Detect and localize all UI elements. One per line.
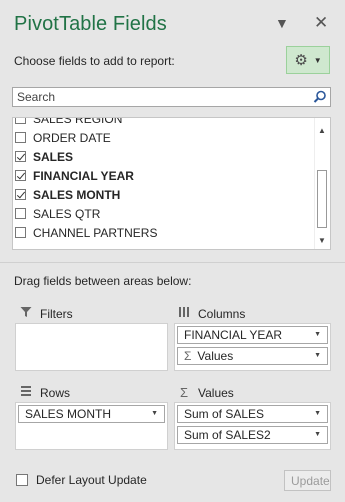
gear-icon: ⚙ — [294, 51, 308, 69]
tools-button[interactable]: ⚙ ▼ — [286, 46, 330, 74]
columns-label: Columns — [198, 306, 246, 321]
chevron-down-icon: ▼ — [313, 55, 322, 65]
sigma-icon: Σ — [184, 349, 192, 363]
update-button[interactable]: Update — [284, 470, 331, 491]
chevron-down-icon: ▼ — [314, 431, 321, 438]
field-checkbox[interactable] — [15, 170, 26, 181]
search-input[interactable] — [13, 88, 311, 106]
field-checkbox[interactable] — [15, 208, 26, 219]
field-item-channel-partners[interactable]: CHANNEL PARTNERS — [13, 223, 315, 242]
field-list: SALES REGION ORDER DATE SALES FINANCIAL … — [12, 117, 331, 250]
dropdown-label: FINANCIAL YEAR — [184, 328, 283, 342]
search-box[interactable] — [12, 87, 331, 107]
field-item-sales[interactable]: SALES — [13, 147, 315, 166]
values-field-sum-of-sales[interactable]: Sum of SALES ▼ — [177, 405, 328, 423]
scroll-up-icon[interactable]: ▲ — [318, 126, 326, 135]
field-label: CHANNEL PARTNERS — [33, 225, 158, 240]
field-item-financial-year[interactable]: FINANCIAL YEAR — [13, 166, 315, 185]
dropdown-label: Sum of SALES — [184, 407, 265, 421]
divider — [0, 262, 345, 263]
field-label: ORDER DATE — [33, 130, 111, 145]
field-checkbox[interactable] — [15, 189, 26, 200]
filter-icon — [18, 306, 34, 321]
field-item-sales-region[interactable]: SALES REGION — [13, 117, 315, 128]
scrollbar-thumb[interactable] — [317, 170, 327, 228]
field-label: SALES MONTH — [33, 187, 121, 202]
field-item-sales-month[interactable]: SALES MONTH — [13, 185, 315, 204]
field-label: SALES REGION — [33, 117, 123, 126]
field-label: SALES — [33, 149, 74, 164]
values-label: Values — [198, 385, 234, 400]
search-icon[interactable] — [313, 90, 327, 104]
field-checkbox[interactable] — [15, 118, 26, 124]
defer-label: Defer Layout Update — [36, 473, 147, 487]
field-label: FINANCIAL YEAR — [33, 168, 134, 183]
filters-area[interactable] — [15, 323, 168, 371]
dropdown-label: SALES MONTH — [25, 407, 112, 421]
chevron-down-icon: ▼ — [314, 331, 321, 338]
chevron-down-icon: ▼ — [151, 410, 158, 417]
field-checkbox[interactable] — [15, 151, 26, 162]
dropdown-label: Sum of SALES2 — [184, 428, 271, 442]
columns-header: Columns — [176, 306, 245, 321]
chevron-down-icon: ▼ — [314, 352, 321, 359]
field-checkbox[interactable] — [15, 227, 26, 238]
scroll-down-icon[interactable]: ▼ — [318, 236, 326, 245]
panel-title: PivotTable Fields — [14, 13, 167, 35]
columns-field-financial-year[interactable]: FINANCIAL YEAR ▼ — [177, 326, 328, 344]
field-item-sales-qtr[interactable]: SALES QTR — [13, 204, 315, 223]
chevron-down-icon[interactable]: ▼ — [275, 15, 289, 31]
rows-icon — [18, 385, 34, 400]
filters-label: Filters — [40, 306, 73, 321]
dropdown-label: Values — [197, 349, 234, 363]
filters-header: Filters — [18, 306, 73, 321]
rows-label: Rows — [40, 385, 71, 400]
rows-header: Rows — [18, 385, 70, 400]
columns-icon — [176, 306, 192, 321]
values-field-sum-of-sales2[interactable]: Sum of SALES2 ▼ — [177, 426, 328, 444]
defer-checkbox[interactable] — [16, 474, 28, 486]
field-checkbox[interactable] — [15, 132, 26, 143]
choose-fields-label: Choose fields to add to report: — [14, 54, 175, 68]
defer-layout-update[interactable]: Defer Layout Update — [16, 473, 147, 487]
field-list-scrollbar[interactable]: ▲ ▼ — [314, 118, 330, 249]
close-icon[interactable]: ✕ — [314, 13, 328, 33]
chevron-down-icon: ▼ — [314, 410, 321, 417]
sigma-icon: Σ — [179, 385, 189, 400]
field-item-order-date[interactable]: ORDER DATE — [13, 128, 315, 147]
rows-field-sales-month[interactable]: SALES MONTH ▼ — [18, 405, 165, 423]
field-label: SALES QTR — [33, 206, 101, 221]
columns-field-values[interactable]: Σ Values ▼ — [177, 347, 328, 365]
values-header: Σ Values — [176, 385, 234, 400]
drag-fields-label: Drag fields between areas below: — [14, 274, 192, 288]
